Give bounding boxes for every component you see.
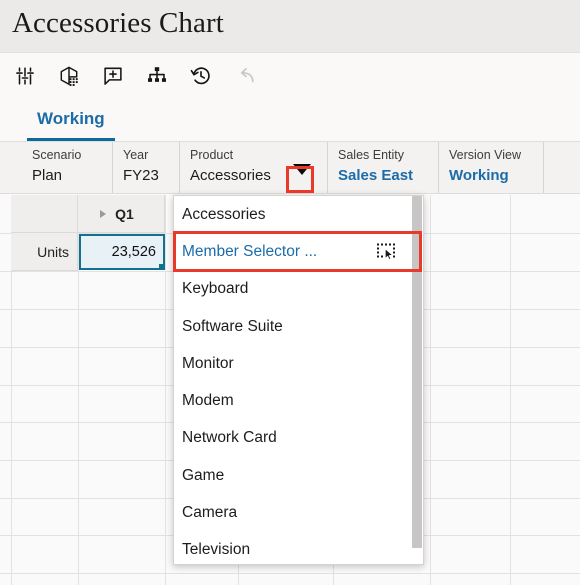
chevron-down-icon[interactable] (293, 164, 311, 175)
member-selector-icon (377, 243, 397, 261)
application-window: Accessories Chart Working Scenario Plan … (0, 0, 580, 585)
pov-value: Accessories (190, 167, 271, 184)
pov-value: FY23 (123, 167, 159, 184)
dropdown-item-modem[interactable]: Modem (174, 382, 423, 419)
adjust-sliders-icon[interactable] (8, 60, 42, 92)
pov-value: Working (449, 167, 509, 184)
grid-col-line (165, 195, 166, 585)
pov-dimension-label: Year (123, 148, 149, 162)
tab-strip: Working (0, 99, 580, 142)
tab-working-label: Working (37, 108, 105, 128)
grid-column-header-label: Q1 (115, 205, 134, 222)
grid-col-line (430, 195, 431, 585)
cube-data-icon[interactable] (52, 60, 86, 92)
pov-item-product[interactable]: Product Accessories (179, 142, 327, 193)
product-dropdown-menu: Accessories Member Selector ... Keyboard… (173, 195, 424, 565)
page-title: Accessories Chart (12, 7, 224, 39)
dropdown-item-monitor[interactable]: Monitor (174, 345, 423, 382)
grid-cell-units-q1[interactable]: 23,526 (79, 234, 165, 270)
pov-bar: Scenario Plan Year FY23 Product Accessor… (0, 142, 580, 194)
dropdown-item-label: Modem (182, 392, 234, 410)
pov-item-sales-entity[interactable]: Sales Entity Sales East (327, 142, 438, 193)
pov-dimension-label: Sales Entity (338, 148, 405, 162)
grid-row-header-units[interactable]: Units (11, 233, 78, 271)
dropdown-item-label: Camera (182, 504, 238, 522)
dropdown-item-camera[interactable]: Camera (174, 494, 423, 531)
grid-row-header-label: Units (37, 243, 69, 260)
pov-dimension-label: Scenario (32, 148, 82, 162)
dropdown-item-software-suite[interactable]: Software Suite (174, 308, 423, 345)
tab-working[interactable]: Working (27, 99, 115, 141)
dropdown-item-label: Monitor (182, 354, 234, 372)
dropdown-item-network-card[interactable]: Network Card (174, 420, 423, 457)
grid-column-header-q1[interactable]: Q1 (78, 195, 165, 233)
dropdown-item-label: Game (182, 466, 225, 484)
grid-corner-cell (11, 195, 78, 233)
comment-add-icon[interactable] (96, 60, 130, 92)
pov-value: Sales East (338, 167, 414, 184)
grid-col-line (510, 195, 511, 585)
grid-row-line (0, 573, 580, 574)
expand-triangle-icon[interactable] (100, 209, 107, 218)
cell-fill-handle[interactable] (159, 264, 165, 270)
dropdown-item-keyboard[interactable]: Keyboard (174, 271, 423, 308)
history-clock-icon[interactable] (184, 60, 218, 92)
dropdown-item-game[interactable]: Game (174, 457, 423, 494)
dropdown-item-label: Television (182, 541, 251, 559)
dropdown-item-member-selector[interactable]: Member Selector ... (174, 233, 423, 270)
pov-dimension-label: Version View (449, 148, 522, 162)
grid-cell-value: 23,526 (111, 244, 156, 260)
pov-item-year[interactable]: Year FY23 (112, 142, 179, 193)
dropdown-item-accessories[interactable]: Accessories (174, 196, 423, 233)
dropdown-item-label: Member Selector ... (182, 242, 318, 260)
dropdown-item-label: Keyboard (182, 280, 249, 298)
hierarchy-icon[interactable] (140, 60, 174, 92)
dropdown-item-label: Software Suite (182, 317, 283, 335)
pov-value: Plan (32, 167, 63, 184)
dropdown-scrollbar-thumb[interactable] (412, 196, 422, 548)
dropdown-item-label: Network Card (182, 429, 277, 447)
pov-divider (543, 142, 544, 193)
pov-dimension-label: Product (190, 148, 234, 162)
dropdown-item-television[interactable]: Television (174, 532, 423, 564)
pov-item-version-view[interactable]: Version View Working (438, 142, 543, 193)
dropdown-item-label: Accessories (182, 205, 266, 223)
undo-arrow-icon (228, 60, 262, 92)
title-bar: Accessories Chart (0, 0, 580, 53)
pov-item-scenario[interactable]: Scenario Plan (22, 142, 112, 193)
toolbar (0, 54, 580, 99)
dropdown-scrollbar[interactable] (411, 196, 423, 564)
